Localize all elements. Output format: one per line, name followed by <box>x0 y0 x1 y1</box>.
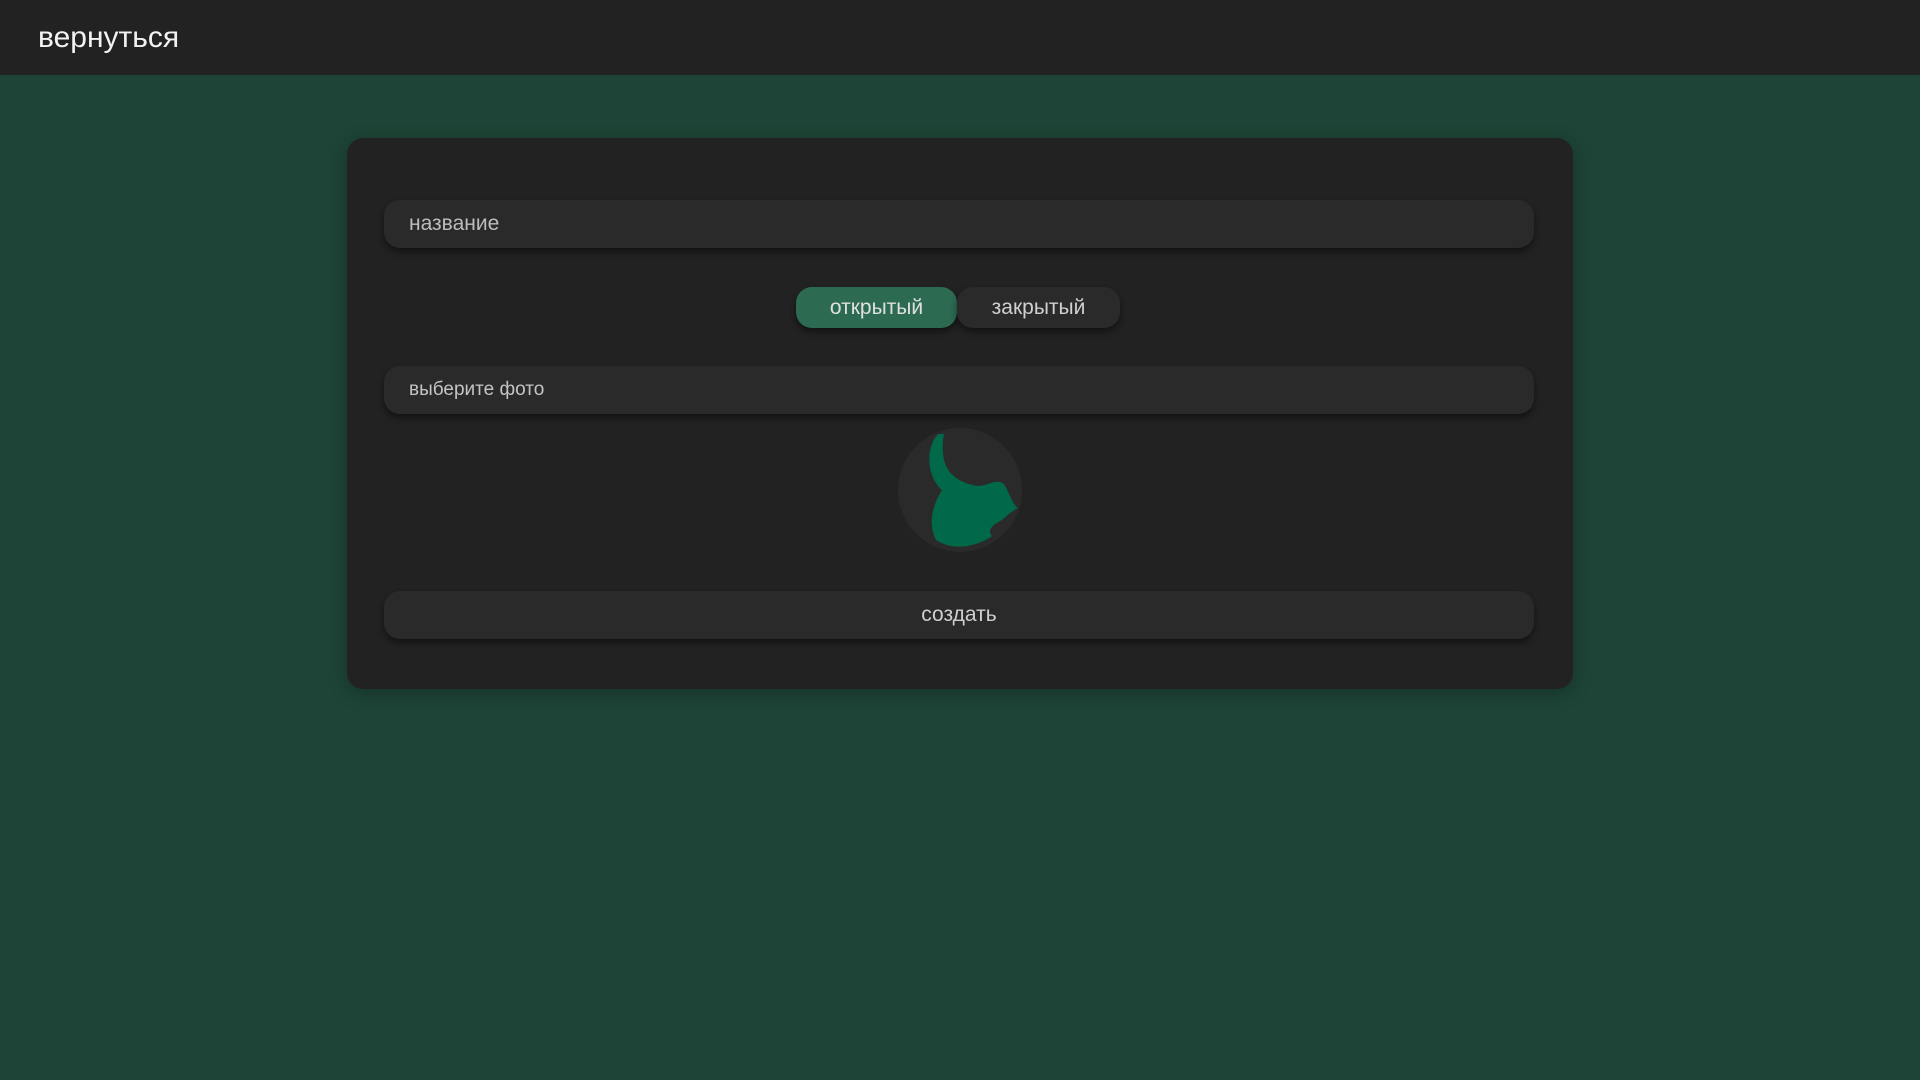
top-bar: вернуться <box>0 0 1920 75</box>
bird-avatar-icon <box>929 434 1018 547</box>
visibility-closed-button[interactable]: закрытый <box>957 287 1120 328</box>
name-input[interactable] <box>384 200 1534 248</box>
back-link[interactable]: вернуться <box>38 18 179 57</box>
photo-preview-avatar <box>898 428 1022 552</box>
photo-picker[interactable]: выберите фото <box>384 366 1534 414</box>
create-button[interactable]: создать <box>384 591 1534 639</box>
create-form-card: открытый закрытый выберите фото создать <box>347 138 1573 689</box>
visibility-open-button[interactable]: открытый <box>796 287 957 328</box>
photo-picker-label: выберите фото <box>409 379 545 400</box>
visibility-toggle: открытый закрытый <box>796 287 1120 328</box>
